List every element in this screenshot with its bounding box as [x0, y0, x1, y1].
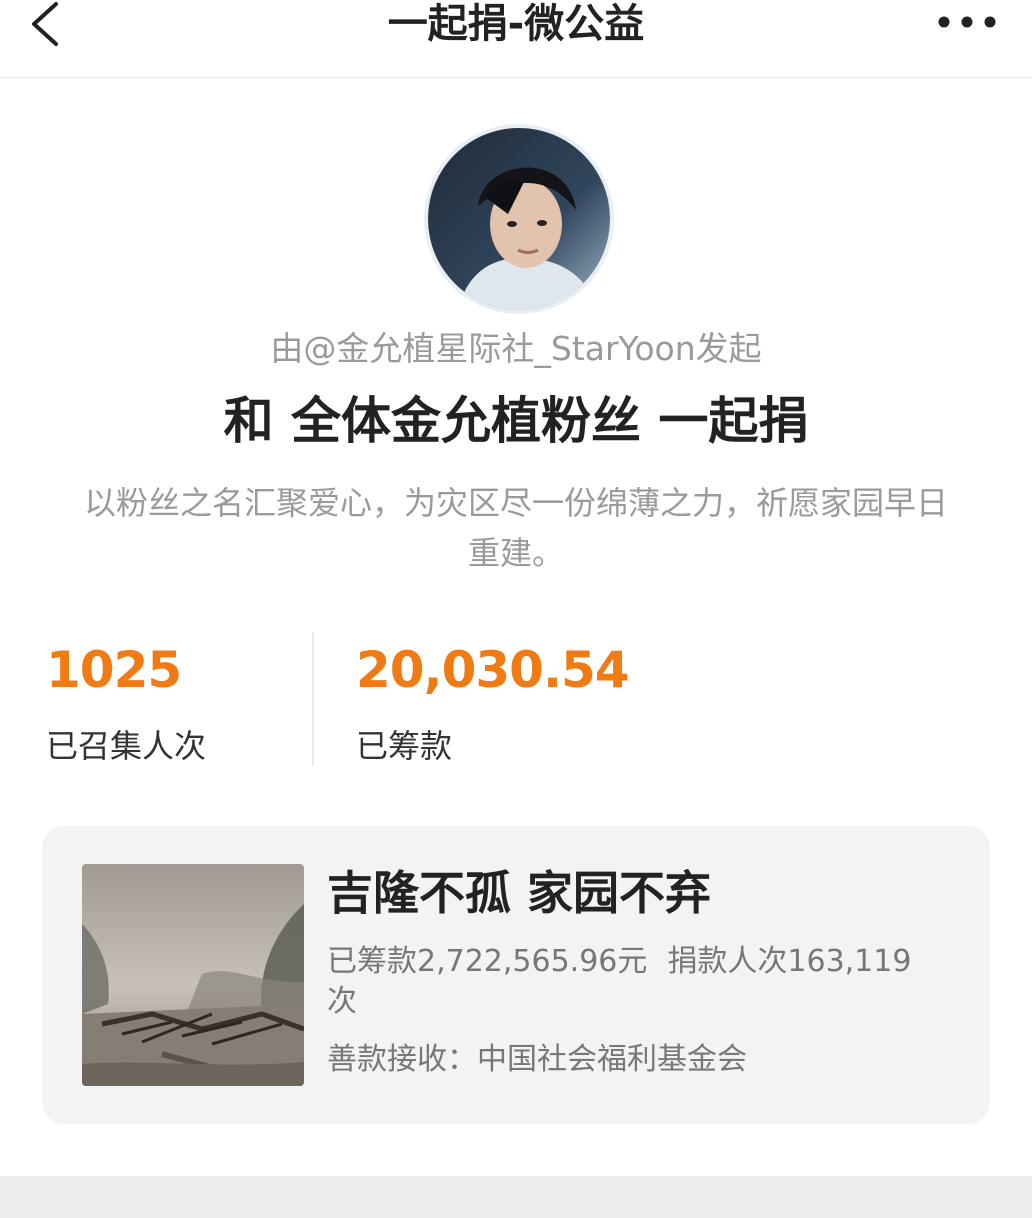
more-dots-icon — [938, 16, 996, 28]
flood-landscape-image — [82, 864, 304, 1086]
participants-count: 1025 — [46, 641, 182, 699]
avatar-portrait-image — [428, 128, 610, 310]
campaign-raised: 已筹款2,722,565.96元 — [327, 944, 648, 979]
raised-label: 已筹款 — [356, 727, 453, 765]
more-options-button[interactable] — [932, 2, 1002, 42]
participants-label: 已召集人次 — [46, 727, 207, 765]
campaign-recipient: 善款接收：中国社会福利基金会 — [327, 1042, 747, 1077]
top-nav-bar: 一起捐-微公益 — [0, 0, 1032, 78]
raised-amount: 20,030.54 — [356, 641, 630, 699]
bottom-separator — [0, 1176, 1032, 1218]
campaign-thumbnail — [82, 864, 304, 1086]
campaign-card[interactable]: 吉隆不孤 家园不弃 已筹款2,722,565.96元 捐款人次163,119次 善… — [42, 826, 990, 1124]
fundraiser-description: 以粉丝之名汇聚爱心，为灾区尽一份绵薄之力，祈愿家园早日重建。 — [83, 484, 948, 572]
stats-divider — [312, 632, 314, 766]
initiator-text[interactable]: 由@金允植星际社_StarYoon发起 — [0, 322, 1032, 376]
campaign-stats: 已筹款2,722,565.96元 捐款人次163,119次 — [327, 942, 947, 1022]
fundraiser-title: 和 全体金允植粉丝 一起捐 — [223, 392, 809, 450]
campaign-title: 吉隆不孤 家园不弃 — [327, 866, 712, 920]
page-title: 一起捐-微公益 — [387, 1, 645, 47]
initiator-avatar[interactable] — [424, 124, 614, 314]
